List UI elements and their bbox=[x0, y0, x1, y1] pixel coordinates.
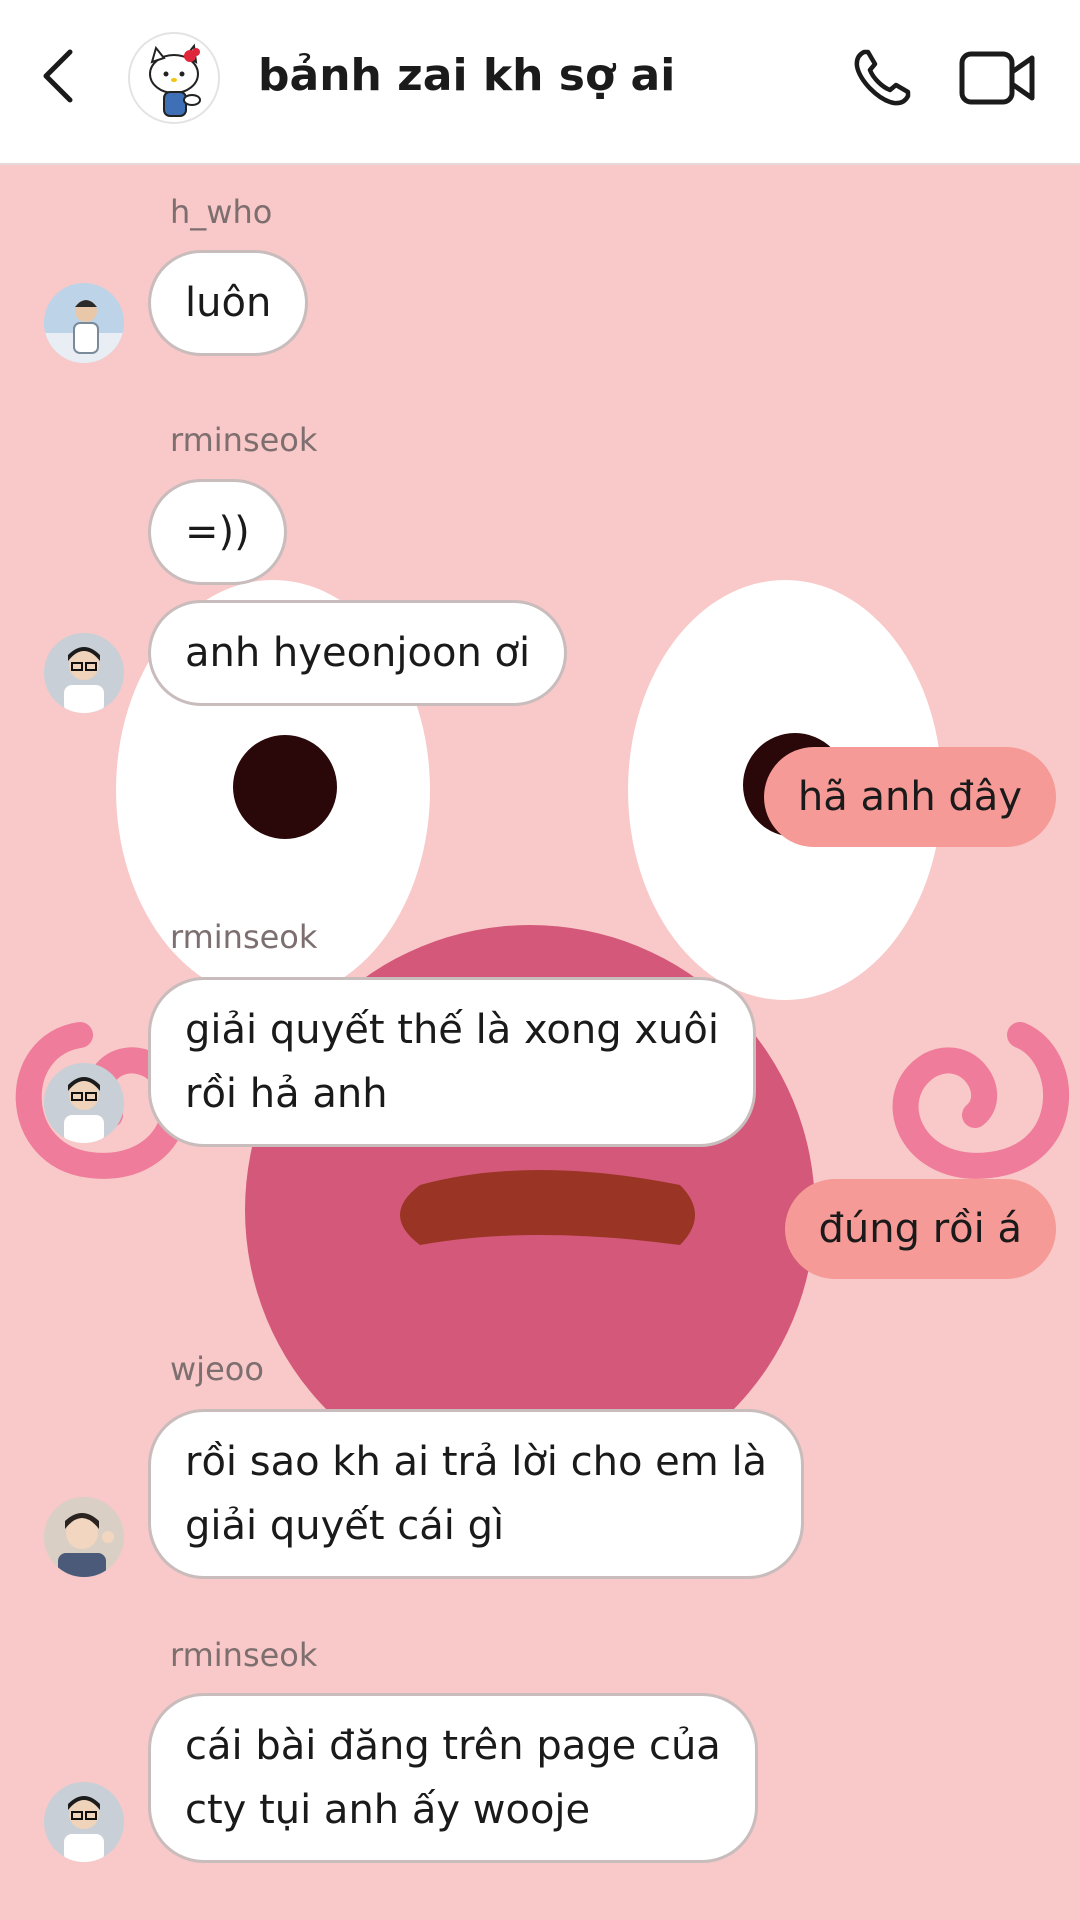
sender-name: h_who bbox=[170, 193, 273, 231]
message-bubble-outgoing[interactable]: đúng rồi á bbox=[784, 1179, 1056, 1279]
message-line: rồi sao kh ai trả lời cho em là bbox=[185, 1439, 768, 1485]
chat-title: bảnh zai kh sợ ai bbox=[258, 50, 676, 101]
message-line: cái bài đăng trên page của bbox=[185, 1723, 721, 1769]
video-call-button[interactable] bbox=[958, 48, 1036, 108]
message-bubble-incoming[interactable]: anh hyeonjoon ơi bbox=[148, 600, 568, 706]
chat-header: bảnh zai kh sợ ai bbox=[0, 0, 1080, 165]
avatar[interactable] bbox=[44, 283, 124, 363]
message-bubble-incoming[interactable]: =)) bbox=[148, 479, 287, 585]
message-bubble-incoming[interactable]: cái bài đăng trên page của cty tụi anh ấ… bbox=[148, 1693, 758, 1863]
video-camera-icon bbox=[959, 51, 1035, 105]
voice-call-button[interactable] bbox=[850, 46, 914, 110]
message-bubble-outgoing[interactable]: hã anh đây bbox=[763, 747, 1056, 847]
chevron-left-icon bbox=[43, 49, 73, 103]
hello-kitty-avatar bbox=[130, 34, 218, 122]
sender-name: wjeoo bbox=[170, 1350, 264, 1388]
phone-icon bbox=[854, 49, 911, 106]
sender-name: rminseok bbox=[170, 918, 318, 956]
message-line: rồi hả anh bbox=[185, 1071, 388, 1117]
message-line: giải quyết cái gì bbox=[185, 1503, 505, 1549]
message-list[interactable]: h_who luôn rminseok =)) anh hyeonjoon ơi… bbox=[0, 165, 1080, 1920]
avatar[interactable] bbox=[44, 1063, 124, 1143]
sender-name: rminseok bbox=[170, 1636, 318, 1674]
avatar[interactable] bbox=[44, 633, 124, 713]
message-bubble-incoming[interactable]: giải quyết thế là xong xuôi rồi hả anh bbox=[148, 977, 756, 1147]
message-line: cty tụi anh ấy wooje bbox=[185, 1787, 591, 1833]
avatar[interactable] bbox=[44, 1497, 124, 1577]
avatar[interactable] bbox=[44, 1782, 124, 1862]
message-bubble-incoming[interactable]: rồi sao kh ai trả lời cho em là giải quy… bbox=[148, 1409, 805, 1579]
sender-name: rminseok bbox=[170, 421, 318, 459]
back-button[interactable] bbox=[36, 48, 84, 104]
message-line: giải quyết thế là xong xuôi bbox=[185, 1007, 719, 1053]
message-bubble-incoming[interactable]: luôn bbox=[148, 250, 309, 356]
group-avatar[interactable] bbox=[128, 32, 220, 124]
